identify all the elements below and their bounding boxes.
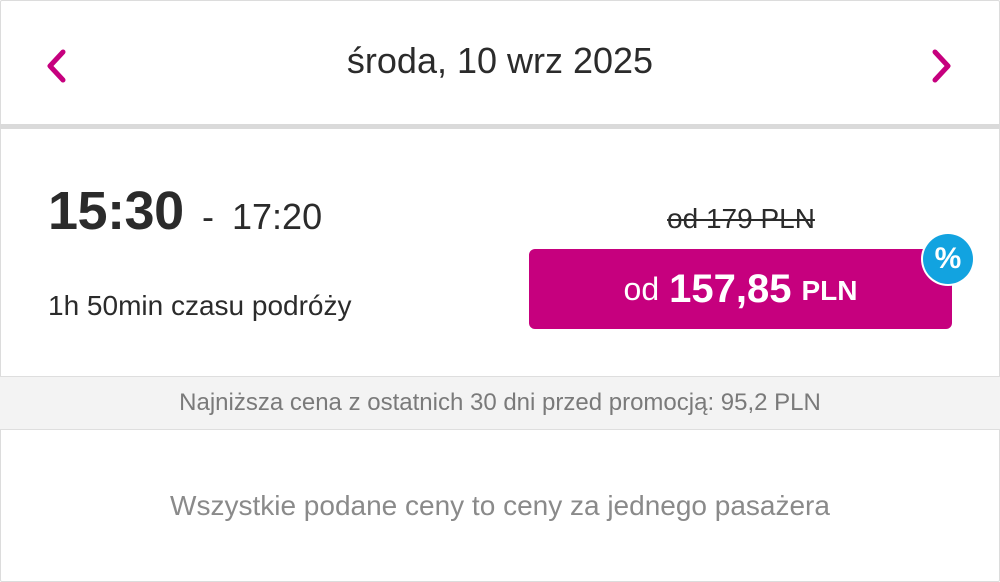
percent-badge-icon: %	[923, 234, 973, 284]
price-currency: PLN	[801, 275, 858, 306]
price-button[interactable]: od 157,85 PLN	[529, 249, 952, 329]
travel-duration: 1h 50min czasu podróży	[48, 290, 352, 321]
time-separator: -	[202, 196, 214, 237]
price-value: 157,85	[669, 266, 792, 311]
price-per-passenger-note: Wszystkie podane ceny to ceny za jednego…	[170, 490, 830, 521]
chevron-right-icon	[932, 49, 951, 83]
price-prefix: od	[623, 270, 660, 307]
old-price-text: od 179 PLN	[667, 203, 815, 234]
arrival-time: 17:20	[232, 196, 323, 237]
lowest-price-note: Najniższa cena z ostatnich 30 dni przed …	[0, 376, 1000, 430]
date-header: środa, 10 wrz 2025	[0, 0, 1000, 129]
departure-time: 15:30	[48, 181, 184, 241]
old-price: od 179 PLN	[530, 203, 952, 235]
selected-date: środa, 10 wrz 2025	[346, 40, 654, 81]
header-divider	[0, 124, 1000, 129]
next-day-button[interactable]	[922, 42, 962, 90]
